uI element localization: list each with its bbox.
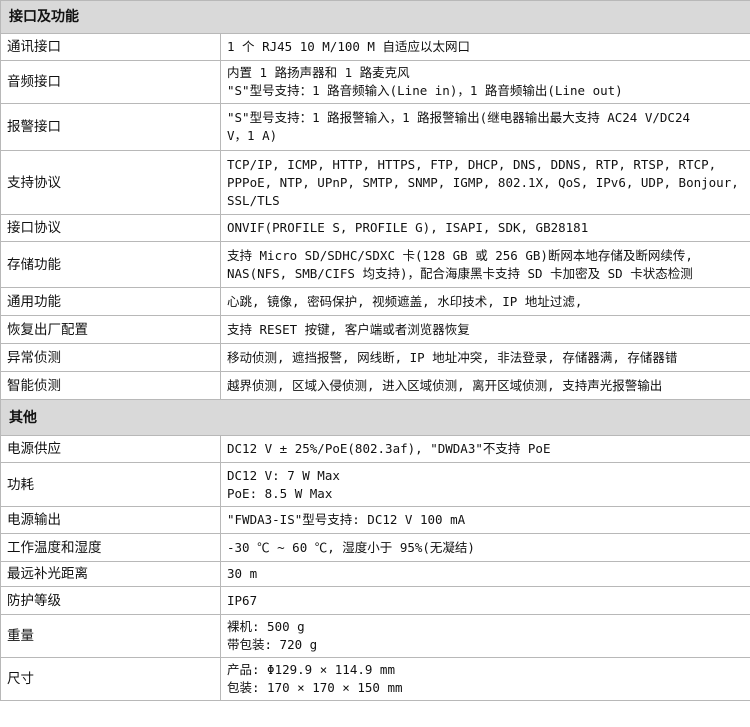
table-row: 最远补光距离 30 m [0, 561, 750, 587]
value-line: PPPoE, NTP, UPnP, SMTP, SNMP, IGMP, 802.… [227, 174, 739, 190]
section-title: 接口及功能 [0, 0, 750, 34]
value-line: DC12 V ± 25%/PoE(802.3af), "DWDA3"不支持 Po… [227, 441, 551, 456]
value-line: V，1 A) [227, 128, 278, 143]
row-value: 1 个 RJ45 10 M/100 M 自适应以太网口 [220, 33, 750, 61]
table-row: 报警接口 "S"型号支持：1 路报警输入，1 路报警输出(继电器输出最大支持 A… [0, 103, 750, 151]
row-value: 裸机: 500 g 带包装: 720 g [220, 614, 750, 658]
row-key: 工作温度和湿度 [0, 533, 221, 562]
table-row: 异常侦测 移动侦测, 遮挡报警, 网线断, IP 地址冲突, 非法登录, 存储器… [0, 343, 750, 372]
row-key: 通用功能 [0, 287, 221, 316]
row-value: 支持 Micro SD/SDHC/SDXC 卡(128 GB 或 256 GB)… [220, 241, 750, 288]
row-key: 恢复出厂配置 [0, 315, 221, 344]
table-row: 电源供应 DC12 V ± 25%/PoE(802.3af), "DWDA3"不… [0, 435, 750, 463]
value-line: TCP/IP, ICMP, HTTP, HTTPS, FTP, DHCP, DN… [227, 156, 717, 172]
table-row: 存储功能 支持 Micro SD/SDHC/SDXC 卡(128 GB 或 25… [0, 241, 750, 288]
value-line: 支持 Micro SD/SDHC/SDXC 卡(128 GB 或 256 GB)… [227, 247, 693, 263]
table-row: 通用功能 心跳, 镜像, 密码保护, 视频遮盖, 水印技术, IP 地址过滤, [0, 287, 750, 316]
value-line: SSL/TLS [227, 192, 280, 208]
row-key: 最远补光距离 [0, 561, 221, 587]
row-key: 异常侦测 [0, 343, 221, 372]
row-key: 存储功能 [0, 241, 221, 288]
value-line: "FWDA3-IS"型号支持: DC12 V 100 mA [227, 512, 466, 527]
row-key: 报警接口 [0, 103, 221, 151]
row-key: 接口协议 [0, 214, 221, 242]
row-value: IP67 [220, 586, 750, 615]
row-value: TCP/IP, ICMP, HTTP, HTTPS, FTP, DHCP, DN… [220, 150, 750, 215]
value-line: "S"型号支持：1 路报警输入，1 路报警输出(继电器输出最大支持 AC24 V… [227, 110, 691, 125]
value-line: 内置 1 路扬声器和 1 路麦克风 [227, 65, 410, 80]
table-row: 工作温度和湿度 -30 ℃ ~ 60 ℃, 湿度小于 95%(无凝结) [0, 533, 750, 562]
value-line: 产品: Φ129.9 × 114.9 mm [227, 662, 395, 677]
value-line: 包装: 170 × 170 × 150 mm [227, 680, 403, 695]
value-line: 心跳, 镜像, 密码保护, 视频遮盖, 水印技术, IP 地址过滤, [227, 293, 583, 309]
table-row: 接口协议 ONVIF(PROFILE S, PROFILE G), ISAPI,… [0, 214, 750, 242]
table-row: 智能侦测 越界侦测, 区域入侵侦测, 进入区域侦测, 离开区域侦测, 支持声光报… [0, 371, 750, 400]
row-key: 尺寸 [0, 657, 221, 701]
value-line: 越界侦测, 区域入侵侦测, 进入区域侦测, 离开区域侦测, 支持声光报警输出 [227, 377, 663, 393]
table-row: 重量 裸机: 500 g 带包装: 720 g [0, 614, 750, 658]
value-line: -30 ℃ ~ 60 ℃, 湿度小于 95%(无凝结) [227, 539, 475, 555]
value-line: 支持 RESET 按键, 客户端或者浏览器恢复 [227, 321, 470, 337]
row-value: ONVIF(PROFILE S, PROFILE G), ISAPI, SDK,… [220, 214, 750, 242]
value-line: 移动侦测, 遮挡报警, 网线断, IP 地址冲突, 非法登录, 存储器满, 存储… [227, 349, 678, 365]
row-key: 功耗 [0, 462, 221, 507]
value-line: 30 m [227, 566, 258, 581]
table-row: 功耗 DC12 V: 7 W Max PoE: 8.5 W Max [0, 462, 750, 507]
row-value: DC12 V ± 25%/PoE(802.3af), "DWDA3"不支持 Po… [220, 435, 750, 463]
row-key: 支持协议 [0, 150, 221, 215]
row-key: 防护等级 [0, 586, 221, 615]
row-key: 重量 [0, 614, 221, 658]
row-key: 通讯接口 [0, 33, 221, 61]
row-value: -30 ℃ ~ 60 ℃, 湿度小于 95%(无凝结) [220, 533, 750, 562]
value-line: ONVIF(PROFILE S, PROFILE G), ISAPI, SDK,… [227, 220, 589, 235]
spec-table: 接口及功能 通讯接口 1 个 RJ45 10 M/100 M 自适应以太网口 音… [0, 0, 750, 701]
section-title: 其他 [0, 399, 750, 436]
row-key: 音频接口 [0, 60, 221, 104]
value-line: IP67 [227, 592, 258, 608]
row-key: 电源输出 [0, 506, 221, 534]
row-value: DC12 V: 7 W Max PoE: 8.5 W Max [220, 462, 750, 507]
value-line: 裸机: 500 g [227, 619, 305, 634]
table-row: 防护等级 IP67 [0, 586, 750, 615]
row-key: 电源供应 [0, 435, 221, 463]
table-row: 通讯接口 1 个 RJ45 10 M/100 M 自适应以太网口 [0, 33, 750, 61]
table-row: 支持协议 TCP/IP, ICMP, HTTP, HTTPS, FTP, DHC… [0, 150, 750, 215]
row-value: 越界侦测, 区域入侵侦测, 进入区域侦测, 离开区域侦测, 支持声光报警输出 [220, 371, 750, 400]
table-row: 尺寸 产品: Φ129.9 × 114.9 mm 包装: 170 × 170 ×… [0, 657, 750, 701]
row-value: "FWDA3-IS"型号支持: DC12 V 100 mA [220, 506, 750, 534]
table-row: 恢复出厂配置 支持 RESET 按键, 客户端或者浏览器恢复 [0, 315, 750, 344]
row-key: 智能侦测 [0, 371, 221, 400]
section-header-interfaces: 接口及功能 [0, 0, 750, 34]
value-line: PoE: 8.5 W Max [227, 485, 333, 501]
table-row: 音频接口 内置 1 路扬声器和 1 路麦克风 "S"型号支持：1 路音频输入(L… [0, 60, 750, 104]
table-row: 电源输出 "FWDA3-IS"型号支持: DC12 V 100 mA [0, 506, 750, 534]
value-line: "S"型号支持：1 路音频输入(Line in)，1 路音频输出(Line ou… [227, 83, 623, 98]
row-value: 支持 RESET 按键, 客户端或者浏览器恢复 [220, 315, 750, 344]
spec-sheet: 接口及功能 通讯接口 1 个 RJ45 10 M/100 M 自适应以太网口 音… [0, 0, 750, 727]
row-value: 产品: Φ129.9 × 114.9 mm 包装: 170 × 170 × 15… [220, 657, 750, 701]
value-line: NAS(NFS, SMB/CIFS 均支持)，配合海康黑卡支持 SD 卡加密及 … [227, 265, 693, 281]
value-line: 1 个 RJ45 10 M/100 M 自适应以太网口 [227, 39, 470, 54]
row-value: 移动侦测, 遮挡报警, 网线断, IP 地址冲突, 非法登录, 存储器满, 存储… [220, 343, 750, 372]
value-line: 带包装: 720 g [227, 637, 318, 652]
row-value: 30 m [220, 561, 750, 587]
row-value: 内置 1 路扬声器和 1 路麦克风 "S"型号支持：1 路音频输入(Line i… [220, 60, 750, 104]
row-value: "S"型号支持：1 路报警输入，1 路报警输出(继电器输出最大支持 AC24 V… [220, 103, 750, 151]
value-line: DC12 V: 7 W Max [227, 467, 340, 483]
row-value: 心跳, 镜像, 密码保护, 视频遮盖, 水印技术, IP 地址过滤, [220, 287, 750, 316]
section-header-other: 其他 [0, 399, 750, 436]
